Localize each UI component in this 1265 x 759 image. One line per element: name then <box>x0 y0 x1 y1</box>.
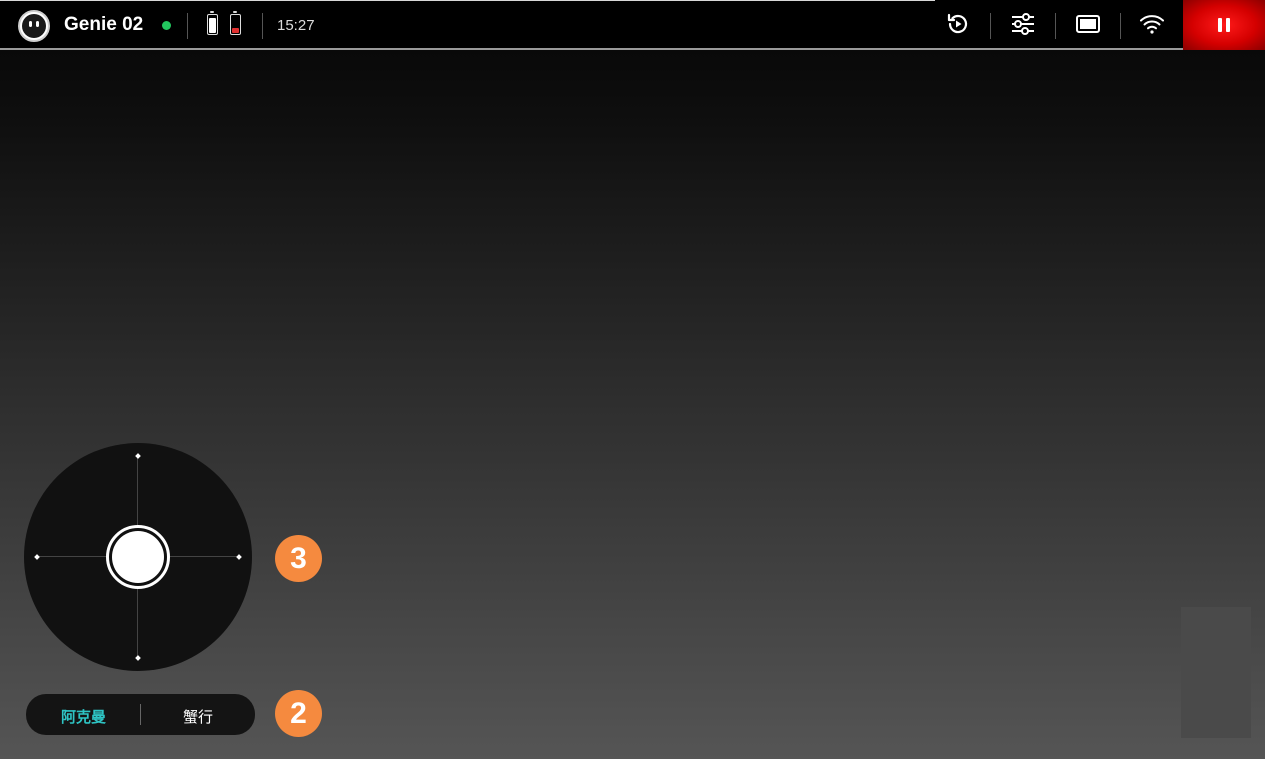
pause-button[interactable] <box>1183 0 1265 50</box>
battery-right-icon <box>230 11 241 35</box>
wifi-icon[interactable] <box>1139 11 1165 37</box>
annotation-badge-3: 3 <box>275 535 322 582</box>
robot-face <box>22 14 46 38</box>
joystick-tick-right <box>236 554 242 560</box>
divider <box>262 13 263 39</box>
mode-divider <box>140 704 141 725</box>
robot-name: Genie 02 <box>64 14 144 35</box>
divider <box>1120 13 1121 39</box>
side-panel <box>1181 607 1251 738</box>
battery-left-icon <box>207 11 218 35</box>
pause-icon <box>1218 18 1230 32</box>
divider <box>1055 13 1056 39</box>
battery-left-fill <box>209 17 216 33</box>
annotation-badge-2: 2 <box>275 690 322 737</box>
top-edge-line <box>0 0 935 1</box>
settings-sliders-icon[interactable] <box>1010 11 1036 37</box>
mode-option-crab[interactable]: 蟹行 <box>183 706 213 727</box>
joystick-tick-bottom <box>135 655 141 661</box>
screen-icon[interactable] <box>1075 11 1101 37</box>
replay-icon[interactable] <box>945 11 971 37</box>
joystick-knob-center <box>112 531 164 583</box>
joystick[interactable] <box>24 443 252 671</box>
connection-status-dot <box>162 21 171 30</box>
battery-right-fill <box>232 28 239 33</box>
divider <box>990 13 991 39</box>
robot-avatar-icon[interactable] <box>18 10 50 42</box>
clock: 15:27 <box>277 17 315 34</box>
top-status-bar: Genie 02 15:27 <box>0 0 1265 50</box>
joystick-knob[interactable] <box>106 525 170 589</box>
divider <box>187 13 188 39</box>
mode-option-ackermann[interactable]: 阿克曼 <box>61 706 106 727</box>
drive-mode-switch: 阿克曼 蟹行 <box>26 694 255 735</box>
